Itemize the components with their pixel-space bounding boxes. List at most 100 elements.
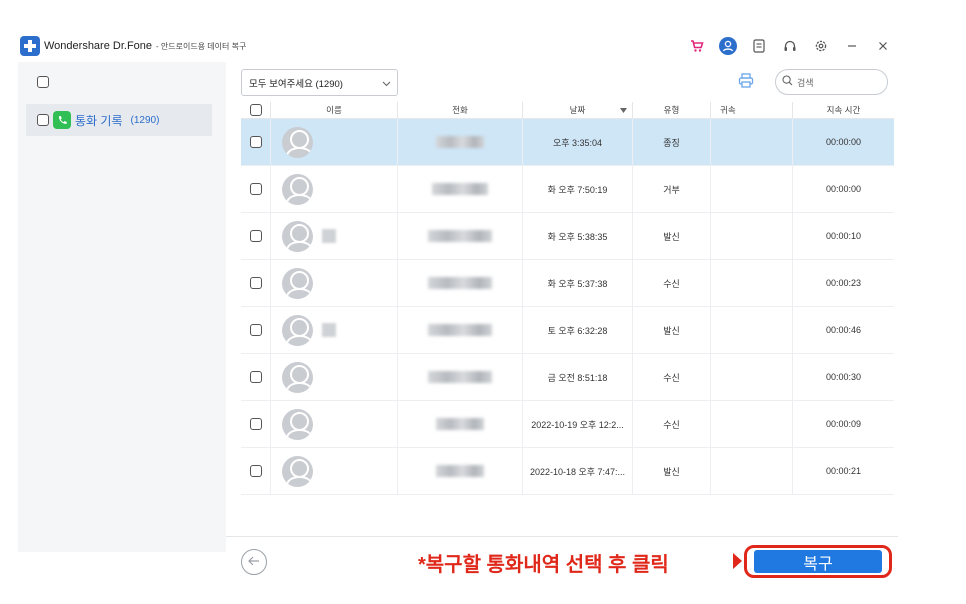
redacted-phone [436,418,484,430]
back-button[interactable] [241,549,267,575]
date-cell: 토 오후 6:32:28 [523,307,633,353]
redacted-phone [432,183,488,195]
column-header-date-label: 날짜 [569,105,586,115]
header-select-all-checkbox[interactable] [250,104,262,116]
search-icon [782,73,793,91]
row-checkbox[interactable] [250,371,262,383]
header-checkbox-cell [241,102,271,118]
select-all-checkbox[interactable] [37,76,49,88]
phone-cell [398,401,523,447]
redacted-phone [428,277,492,289]
main-panel: 모두 보여주세요 (1290) 검색 이름 전화 날짜 유형 귀속 지속 시간 … [226,62,898,578]
attribution-cell [711,119,793,165]
row-checkbox-cell [241,448,271,494]
avatar [282,126,313,158]
column-header-attribution[interactable]: 귀속 [711,102,793,118]
date-cell: 오후 3:35:04 [523,119,633,165]
row-checkbox[interactable] [250,465,262,477]
row-checkbox[interactable] [250,230,262,242]
attribution-cell [711,260,793,306]
date-cell: 2022-10-18 오후 7:47:... [523,448,633,494]
minimize-icon[interactable] [836,34,867,58]
avatar [282,267,313,299]
search-placeholder: 검색 [797,77,814,88]
type-cell: 발신 [633,307,711,353]
avatar [282,455,313,487]
cart-icon[interactable] [681,34,712,58]
redacted-phone [436,465,484,477]
type-cell: 수신 [633,354,711,400]
restore-button[interactable]: 복구 [754,550,882,573]
phone-cell [398,260,523,306]
filter-select-value: 모두 보여주세요 (1290) [249,78,343,90]
window-controls [681,34,898,58]
notes-icon[interactable] [743,34,774,58]
table-row[interactable]: 토 오후 6:32:28 발신 00:00:46 [241,307,894,354]
row-checkbox-cell [241,119,271,165]
duration-cell: 00:00:46 [825,325,862,335]
attribution-cell [711,448,793,494]
table-row[interactable]: 2022-10-18 오후 7:47:... 발신 00:00:21 [241,448,894,495]
column-header-name[interactable]: 이름 [271,102,398,118]
row-checkbox[interactable] [250,277,262,289]
app-window: Wondershare Dr.Fone - 안드로이드용 데이터 복구 통화 기… [18,30,898,578]
attribution-cell [711,307,793,353]
duration-cell: 00:00:21 [825,466,862,476]
row-checkbox[interactable] [250,418,262,430]
row-checkbox-cell [241,166,271,212]
avatar [282,314,313,346]
column-header-duration[interactable]: 지속 시간 [793,102,894,118]
printer-icon[interactable] [738,73,754,93]
back-arrow-icon [248,553,260,571]
instruction-annotation: *복구할 통화내역 선택 후 클릭 [418,554,669,576]
redacted-name [322,323,336,337]
table-row[interactable]: 화 오후 7:50:19 거부 00:00:00 [241,166,894,213]
row-checkbox[interactable] [250,324,262,336]
table-row[interactable]: 금 오전 8:51:18 수신 00:00:30 [241,354,894,401]
type-cell: 종징 [633,119,711,165]
sidebar-item-count: (1290) [130,114,160,126]
row-checkbox-cell [241,401,271,447]
table-row[interactable]: 오후 3:35:04 종징 00:00:00 [241,119,894,166]
name-cell [271,213,398,259]
headset-icon[interactable] [774,34,805,58]
duration-cell: 00:00:30 [825,372,862,382]
column-header-type[interactable]: 유형 [633,102,711,118]
filter-select[interactable]: 모두 보여주세요 (1290) [241,69,398,96]
name-cell [271,401,398,447]
call-log-checkbox[interactable] [37,114,49,126]
type-cell: 거부 [633,166,711,212]
type-cell: 발신 [633,213,711,259]
restore-button-highlight: 복구 [744,545,892,578]
account-icon[interactable] [712,34,743,58]
row-checkbox[interactable] [250,136,262,148]
redacted-phone [428,371,492,383]
pointer-arrow-icon [733,553,742,569]
app-subtitle: - 안드로이드용 데이터 복구 [156,41,247,51]
column-header-phone[interactable]: 전화 [398,102,523,118]
app-logo-icon [20,36,40,56]
name-cell [271,354,398,400]
table-row[interactable]: 화 오후 5:37:38 수신 00:00:23 [241,260,894,307]
table-row[interactable]: 화 오후 5:38:35 발신 00:00:10 [241,213,894,260]
attribution-cell [711,213,793,259]
phone-cell [398,354,523,400]
sidebar-item-label: 통화 기록 [75,113,123,128]
footer-bar: *복구할 통화내역 선택 후 클릭 복구 [226,536,898,586]
type-cell: 수신 [633,401,711,447]
row-checkbox[interactable] [250,183,262,195]
chevron-down-icon [382,79,391,90]
avatar [282,408,313,440]
column-header-date[interactable]: 날짜 [523,102,633,118]
table-row[interactable]: 2022-10-19 오후 12:2... 수신 00:00:09 [241,401,894,448]
search-input[interactable]: 검색 [775,69,888,95]
duration-cell: 00:00:09 [825,419,862,429]
call-log-table: 이름 전화 날짜 유형 귀속 지속 시간 오후 3:35:04 종징 00:00… [241,102,894,495]
duration-cell: 00:00:23 [825,278,862,288]
name-cell [271,307,398,353]
close-icon[interactable] [867,34,898,58]
duration-cell: 00:00:10 [825,231,862,241]
sidebar-item-call-log[interactable]: 통화 기록 (1290) [26,104,212,136]
sidebar-header [18,62,226,102]
gear-icon[interactable] [805,34,836,58]
